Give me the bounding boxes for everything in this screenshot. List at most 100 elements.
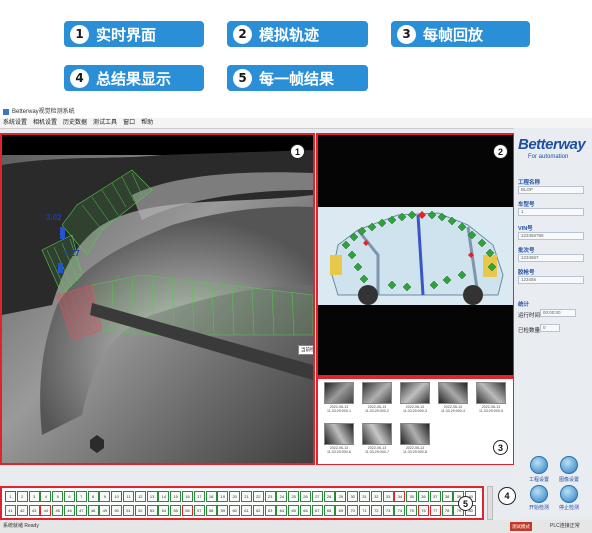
frame-result-cell[interactable]: 27 bbox=[311, 491, 323, 502]
track-simulation-view[interactable] bbox=[318, 135, 513, 375]
frame-result-cell[interactable]: 66 bbox=[300, 505, 311, 516]
frame-result-cell[interactable]: 38 bbox=[441, 491, 453, 502]
frame-result-cell[interactable]: 29 bbox=[335, 491, 347, 502]
frame-result-cell[interactable]: 33 bbox=[382, 491, 394, 502]
frame-result-cell[interactable]: 64 bbox=[276, 505, 288, 516]
frame-result-cell[interactable]: 61 bbox=[241, 505, 252, 516]
frame-result-cell[interactable]: 69 bbox=[335, 505, 347, 516]
frame-result-cell[interactable]: 30 bbox=[347, 491, 359, 502]
frame-result-cell[interactable]: 54 bbox=[158, 505, 170, 516]
start-detect-button[interactable] bbox=[530, 485, 548, 503]
thumbnail-1[interactable] bbox=[324, 382, 354, 404]
frame-result-cell[interactable]: 11 bbox=[123, 491, 134, 502]
menu-item-history[interactable]: 历史数据 bbox=[63, 118, 87, 128]
frame-result-cell[interactable]: 18 bbox=[205, 491, 217, 502]
frame-result-cell[interactable]: 75 bbox=[406, 505, 418, 516]
frame-result-cell[interactable]: 31 bbox=[359, 491, 370, 502]
realtime-camera-view[interactable]: 3.02 3.27 当前检测位置 bbox=[2, 135, 313, 463]
frame-result-cell[interactable]: 12 bbox=[134, 491, 146, 502]
frame-result-cell[interactable]: 14 bbox=[158, 491, 170, 502]
frame-result-cell[interactable]: 25 bbox=[288, 491, 300, 502]
frame-result-cell[interactable]: 19 bbox=[217, 491, 229, 502]
thumbnail-2[interactable] bbox=[362, 382, 392, 404]
frame-result-cell[interactable]: 17 bbox=[193, 491, 205, 502]
frame-result-cell[interactable]: 36 bbox=[418, 491, 429, 502]
frame-result-cell[interactable]: 72 bbox=[370, 505, 382, 516]
frame-result-cell[interactable]: 51 bbox=[123, 505, 134, 516]
frame-result-cell[interactable]: 1 bbox=[5, 491, 16, 502]
frame-result-cell[interactable]: 56 bbox=[182, 505, 193, 516]
thumbnail-7[interactable] bbox=[362, 423, 392, 445]
frame-result-cell[interactable]: 60 bbox=[229, 505, 241, 516]
frame-result-cell[interactable]: 16 bbox=[182, 491, 193, 502]
frame-result-cell[interactable]: 45 bbox=[52, 505, 64, 516]
field-batch[interactable]: 1234567 bbox=[518, 254, 584, 262]
field-gun[interactable]: 123456 bbox=[518, 276, 584, 284]
frame-result-cell[interactable]: 78 bbox=[441, 505, 453, 516]
thumbnail-4[interactable] bbox=[438, 382, 468, 404]
frame-result-cell[interactable]: 46 bbox=[64, 505, 75, 516]
frame-result-cell[interactable]: 10 bbox=[111, 491, 123, 502]
frame-result-cell[interactable]: 35 bbox=[406, 491, 418, 502]
menu-item-help[interactable]: 帮助 bbox=[141, 118, 153, 128]
frame-result-cell[interactable]: 63 bbox=[264, 505, 276, 516]
field-project[interactable]: BLOP bbox=[518, 186, 584, 194]
thumbnail-8[interactable] bbox=[400, 423, 430, 445]
frame-result-cell[interactable]: 37 bbox=[429, 491, 441, 502]
menu-item-camera[interactable]: 相机设置 bbox=[33, 118, 57, 128]
frame-result-cell[interactable]: 24 bbox=[276, 491, 288, 502]
frame-result-cell[interactable]: 34 bbox=[394, 491, 406, 502]
frame-result-cell[interactable]: 67 bbox=[311, 505, 323, 516]
frame-result-cell[interactable]: 5 bbox=[52, 491, 64, 502]
frame-result-cell[interactable]: 2 bbox=[16, 491, 28, 502]
frame-result-cell[interactable]: 50 bbox=[111, 505, 123, 516]
frame-result-cell[interactable]: 76 bbox=[418, 505, 429, 516]
frame-result-cell[interactable]: 20 bbox=[229, 491, 241, 502]
frame-result-cell[interactable]: 28 bbox=[323, 491, 335, 502]
frame-result-cell[interactable]: 77 bbox=[429, 505, 441, 516]
field-vin[interactable]: 123456789 bbox=[518, 232, 584, 240]
frame-result-cell[interactable]: 49 bbox=[99, 505, 111, 516]
frame-result-cell[interactable]: 9 bbox=[99, 491, 111, 502]
frame-result-cell[interactable]: 57 bbox=[193, 505, 205, 516]
frame-result-cell[interactable]: 3 bbox=[28, 491, 40, 502]
thumbnail-5[interactable] bbox=[476, 382, 506, 404]
frame-result-cell[interactable]: 62 bbox=[252, 505, 264, 516]
frame-result-cell[interactable]: 7 bbox=[75, 491, 87, 502]
frame-result-cell[interactable]: 48 bbox=[87, 505, 99, 516]
frame-result-cell[interactable]: 52 bbox=[134, 505, 146, 516]
frame-result-cell[interactable]: 32 bbox=[370, 491, 382, 502]
frame-result-cell[interactable]: 55 bbox=[170, 505, 182, 516]
frame-result-cell[interactable]: 8 bbox=[87, 491, 99, 502]
frame-result-cell[interactable]: 68 bbox=[323, 505, 335, 516]
frame-result-cell[interactable]: 74 bbox=[394, 505, 406, 516]
project-settings-button[interactable] bbox=[530, 456, 548, 474]
frame-result-cell[interactable]: 22 bbox=[252, 491, 264, 502]
stop-detect-button[interactable] bbox=[560, 485, 578, 503]
frame-result-cell[interactable]: 53 bbox=[146, 505, 158, 516]
thumbnail-3[interactable] bbox=[400, 382, 430, 404]
frame-result-cell[interactable]: 47 bbox=[75, 505, 87, 516]
frame-result-cell[interactable]: 6 bbox=[64, 491, 75, 502]
frame-result-cell[interactable]: 21 bbox=[241, 491, 252, 502]
frame-result-cell[interactable]: 15 bbox=[170, 491, 182, 502]
frame-result-cell[interactable]: 4 bbox=[40, 491, 52, 502]
frame-result-cell[interactable]: 13 bbox=[146, 491, 158, 502]
frame-result-cell[interactable]: 23 bbox=[264, 491, 276, 502]
frame-result-cell[interactable]: 71 bbox=[359, 505, 370, 516]
frame-result-cell[interactable]: 65 bbox=[288, 505, 300, 516]
frame-result-cell[interactable]: 44 bbox=[40, 505, 52, 516]
menu-item-window[interactable]: 窗口 bbox=[123, 118, 135, 128]
field-model[interactable]: 1 bbox=[518, 208, 584, 216]
frame-result-cell[interactable]: 26 bbox=[300, 491, 311, 502]
image-settings-button[interactable] bbox=[560, 456, 578, 474]
frame-result-cell[interactable]: 73 bbox=[382, 505, 394, 516]
frame-result-cell[interactable]: 42 bbox=[16, 505, 28, 516]
frame-result-cell[interactable]: 41 bbox=[5, 505, 16, 516]
grid-scrollbar[interactable] bbox=[487, 486, 493, 520]
menu-item-system[interactable]: 系统设置 bbox=[3, 118, 27, 128]
frame-result-cell[interactable]: 70 bbox=[347, 505, 359, 516]
menu-item-tools[interactable]: 测试工具 bbox=[93, 118, 117, 128]
frame-result-cell[interactable]: 59 bbox=[217, 505, 229, 516]
thumbnail-6[interactable] bbox=[324, 423, 354, 445]
